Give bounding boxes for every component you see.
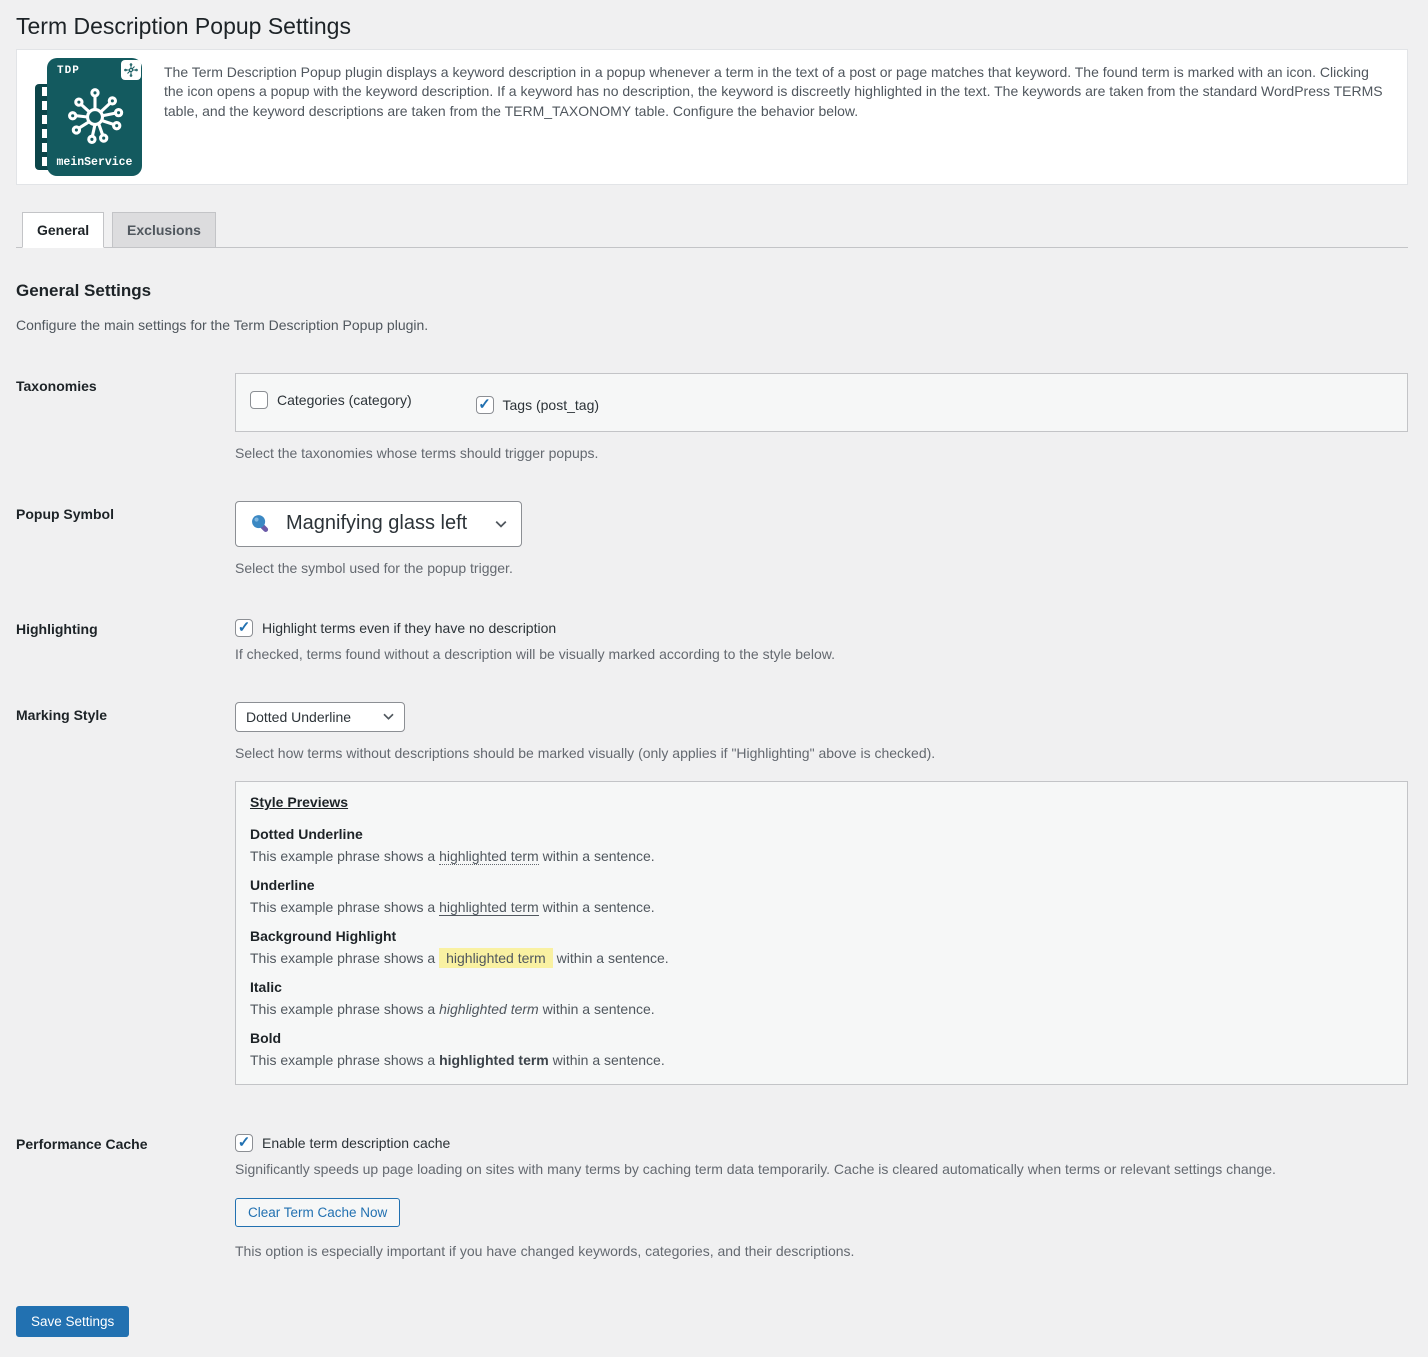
preview-term-underline: highlighted term — [439, 899, 539, 916]
preview-text: within a sentence. — [539, 848, 655, 864]
preview-text: This example phrase shows a — [250, 848, 439, 864]
highlighting-help: If checked, terms found without a descri… — [235, 646, 1408, 662]
style-previews-heading: Style Previews — [250, 794, 1393, 810]
taxonomies-row: Taxonomies Categories (category) Tags (p… — [16, 373, 1408, 461]
preview-name: Italic — [250, 979, 1393, 995]
checkbox-tags-box[interactable] — [476, 396, 494, 414]
preview-text: within a sentence. — [539, 1001, 655, 1017]
checkbox-cache-box[interactable] — [235, 1134, 253, 1152]
taxonomies-label: Taxonomies — [16, 373, 235, 461]
logo-bottom-label: meinService — [47, 156, 142, 169]
marking-style-row: Marking Style Dotted Underline Select ho… — [16, 702, 1408, 1085]
preview-text: This example phrase shows a — [250, 950, 439, 966]
preview-term-dotted: highlighted term — [439, 848, 539, 865]
popup-symbol-label: Popup Symbol — [16, 501, 235, 576]
taxonomies-help: Select the taxonomies whose terms should… — [235, 445, 1408, 461]
preview-name: Bold — [250, 1030, 1393, 1046]
settings-tabs: General Exclusions — [16, 212, 1408, 248]
tab-general[interactable]: General — [22, 212, 104, 248]
checkbox-tags-label[interactable]: Tags (post_tag) — [503, 397, 600, 413]
performance-cache-label: Performance Cache — [16, 1131, 235, 1259]
preview-text: within a sentence. — [549, 1052, 665, 1068]
preview-sentence: This example phrase shows a highlighted … — [250, 1052, 1393, 1068]
section-heading: General Settings — [16, 281, 1408, 301]
checkbox-categories[interactable]: Categories (category) — [250, 391, 412, 409]
checkbox-cache[interactable]: Enable term description cache — [235, 1134, 450, 1152]
performance-cache-note: This option is especially important if y… — [235, 1243, 1408, 1259]
marking-style-select[interactable]: Dotted Underline — [235, 702, 405, 732]
popup-symbol-select[interactable]: Magnifying glass left — [235, 501, 522, 547]
chevron-down-icon — [381, 709, 396, 724]
preview-item-background-highlight: Background Highlight This example phrase… — [250, 928, 1393, 966]
marking-style-value: Dotted Underline — [246, 709, 351, 725]
style-previews-box: Style Previews Dotted Underline This exa… — [235, 781, 1408, 1085]
performance-cache-help: Significantly speeds up page loading on … — [235, 1161, 1408, 1177]
performance-cache-row: Performance Cache Enable term descriptio… — [16, 1131, 1408, 1259]
chevron-down-icon — [493, 516, 509, 532]
preview-text: within a sentence. — [539, 899, 655, 915]
settings-page: Term Description Popup Settings TDP — [0, 0, 1428, 1357]
preview-name: Underline — [250, 877, 1393, 893]
preview-text: This example phrase shows a — [250, 1001, 439, 1017]
checkbox-categories-label[interactable]: Categories (category) — [277, 392, 412, 408]
taxonomies-options-box: Categories (category) Tags (post_tag) — [235, 373, 1408, 432]
checkbox-highlighting-box[interactable] — [235, 619, 253, 637]
preview-name: Background Highlight — [250, 928, 1393, 944]
section-subheading: Configure the main settings for the Term… — [16, 317, 1408, 333]
plugin-description: The Term Description Popup plugin displa… — [164, 58, 1385, 122]
marking-style-label: Marking Style — [16, 702, 235, 1085]
preview-text: This example phrase shows a — [250, 1052, 439, 1068]
logo-top-label: TDP — [57, 65, 80, 77]
plugin-header-card: TDP — [16, 49, 1408, 185]
plugin-logo: TDP — [30, 58, 142, 176]
tab-exclusions[interactable]: Exclusions — [112, 212, 216, 248]
preview-item-italic: Italic This example phrase shows a highl… — [250, 979, 1393, 1017]
preview-term-background: highlighted term — [439, 948, 553, 968]
highlighting-row: Highlighting Highlight terms even if the… — [16, 616, 1408, 662]
highlighting-label: Highlighting — [16, 616, 235, 662]
page-title: Term Description Popup Settings — [16, 12, 1408, 46]
preview-term-italic: highlighted term — [439, 1001, 539, 1017]
preview-sentence: This example phrase shows a highlighted … — [250, 950, 1393, 966]
preview-item-bold: Bold This example phrase shows a highlig… — [250, 1030, 1393, 1068]
network-hub-icon — [64, 86, 126, 151]
checkbox-categories-box[interactable] — [250, 391, 268, 409]
preview-text: This example phrase shows a — [250, 899, 439, 915]
preview-sentence: This example phrase shows a highlighted … — [250, 848, 1393, 864]
preview-term-bold: highlighted term — [439, 1052, 549, 1068]
preview-sentence: This example phrase shows a highlighted … — [250, 899, 1393, 915]
checkbox-highlighting-label[interactable]: Highlight terms even if they have no des… — [262, 620, 556, 636]
preview-item-underline: Underline This example phrase shows a hi… — [250, 877, 1393, 915]
magnifying-glass-icon — [250, 513, 272, 535]
popup-symbol-help: Select the symbol used for the popup tri… — [235, 560, 1408, 576]
marking-style-help: Select how terms without descriptions sh… — [235, 745, 1408, 761]
logo-corner-hub-icon — [121, 60, 141, 80]
preview-item-dotted-underline: Dotted Underline This example phrase sho… — [250, 826, 1393, 864]
preview-sentence: This example phrase shows a highlighted … — [250, 1001, 1393, 1017]
checkbox-cache-label[interactable]: Enable term description cache — [262, 1135, 450, 1151]
save-settings-button[interactable]: Save Settings — [16, 1306, 129, 1337]
checkbox-tags[interactable]: Tags (post_tag) — [476, 396, 600, 414]
preview-name: Dotted Underline — [250, 826, 1393, 842]
clear-cache-button[interactable]: Clear Term Cache Now — [235, 1198, 400, 1227]
preview-text: within a sentence. — [553, 950, 669, 966]
checkbox-highlighting[interactable]: Highlight terms even if they have no des… — [235, 619, 556, 637]
popup-symbol-row: Popup Symbol Magnifying glass left Selec… — [16, 501, 1408, 576]
popup-symbol-value: Magnifying glass left — [286, 512, 467, 535]
